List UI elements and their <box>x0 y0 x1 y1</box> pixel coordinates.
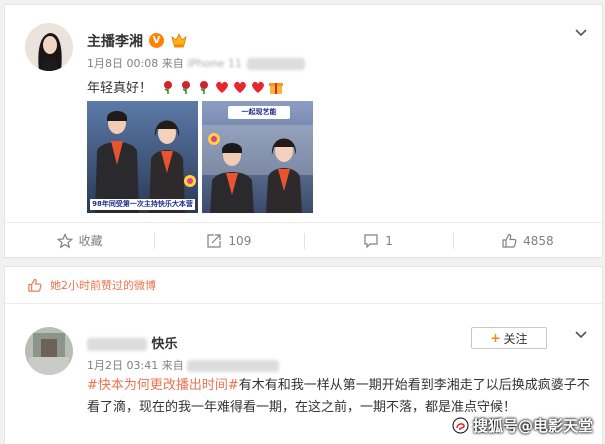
comment-button[interactable]: 1 <box>303 223 453 258</box>
heart-emoji-icon <box>232 79 248 95</box>
plus-icon: + <box>490 331 501 345</box>
chevron-down-icon[interactable] <box>574 327 588 341</box>
post-time[interactable]: 1月8日 00:08 <box>87 57 158 70</box>
post-source[interactable]: iPhone 11 <box>187 57 242 70</box>
post-action-bar: 收藏 109 1 4858 <box>5 222 602 258</box>
post-time[interactable]: 1月2日 03:41 <box>87 359 158 372</box>
liked-notice: 她2小时前赞过的微博 <box>5 267 602 303</box>
blurred-author-prefix <box>87 338 147 351</box>
post-image-1[interactable]: 98年同受第一次主持快乐大本营 <box>87 101 198 213</box>
comment-icon <box>364 233 378 248</box>
watermark: 搜狐号@电影天堂 <box>452 415 593 436</box>
favorite-button[interactable]: 收藏 <box>5 223 154 258</box>
rose-emoji-icon <box>160 79 176 95</box>
thumbs-up-icon <box>502 233 517 248</box>
author-name-row: 快乐 <box>87 333 178 352</box>
post-meta: 1月2日 03:41 来自 <box>87 357 280 373</box>
image-caption: 98年同受第一次主持快乐大本营 <box>90 199 195 210</box>
heart-emoji-icon <box>250 79 266 95</box>
star-icon <box>56 232 73 248</box>
post-source-prefix: 来自 <box>161 359 184 372</box>
image-caption: 一起现艺能 <box>228 106 290 119</box>
rose-emoji-icon <box>178 79 194 95</box>
post-text: #快本为何更改播出时间#有木有和我一样从第一期开始看到李湘走了以后换成疯婆子不看… <box>87 375 597 419</box>
repost-icon <box>207 233 222 248</box>
favorite-label: 收藏 <box>78 234 103 248</box>
gift-emoji-icon <box>268 79 284 95</box>
post-text: 年轻真好！ <box>87 81 153 96</box>
repost-button[interactable]: 109 <box>154 223 303 258</box>
follow-button[interactable]: + 关注 <box>471 327 547 349</box>
author-name[interactable]: 快乐 <box>152 337 178 352</box>
chevron-down-icon[interactable] <box>574 25 588 39</box>
weibo-post-card: 主播李湘 V 1月8日 00:08 来自 iPhone 11 年轻真好！ 98年… <box>4 4 603 258</box>
author-avatar[interactable] <box>25 327 73 375</box>
author-name[interactable]: 主播李湘 <box>87 31 143 51</box>
liked-notice-text[interactable]: 她2小时前赞过的微博 <box>50 277 156 293</box>
follow-label: 关注 <box>503 331 528 346</box>
post-image-2[interactable]: 一起现艺能 <box>202 101 313 213</box>
thumbs-up-icon <box>28 278 42 292</box>
like-count: 4858 <box>523 233 554 248</box>
comment-count: 1 <box>385 233 393 248</box>
vip-member-icon[interactable] <box>169 31 189 49</box>
blurred-region <box>247 58 306 70</box>
verified-v-icon: V <box>149 33 164 48</box>
repost-count: 109 <box>228 233 252 248</box>
post-text-row: 年轻真好！ <box>87 77 284 96</box>
blurred-region <box>187 360 280 372</box>
divider <box>5 303 602 304</box>
author-avatar[interactable] <box>25 23 73 71</box>
heart-emoji-icon <box>214 79 230 95</box>
topic-link[interactable]: #快本为何更改播出时间# <box>87 378 239 393</box>
like-button[interactable]: 4858 <box>452 223 602 258</box>
sohu-logo-icon <box>452 417 469 434</box>
post-source-prefix: 来自 <box>161 57 184 70</box>
post-meta: 1月8日 00:08 来自 iPhone 11 <box>87 55 306 71</box>
rose-emoji-icon <box>196 79 212 95</box>
watermark-text: 搜狐号@电影天堂 <box>472 417 593 435</box>
